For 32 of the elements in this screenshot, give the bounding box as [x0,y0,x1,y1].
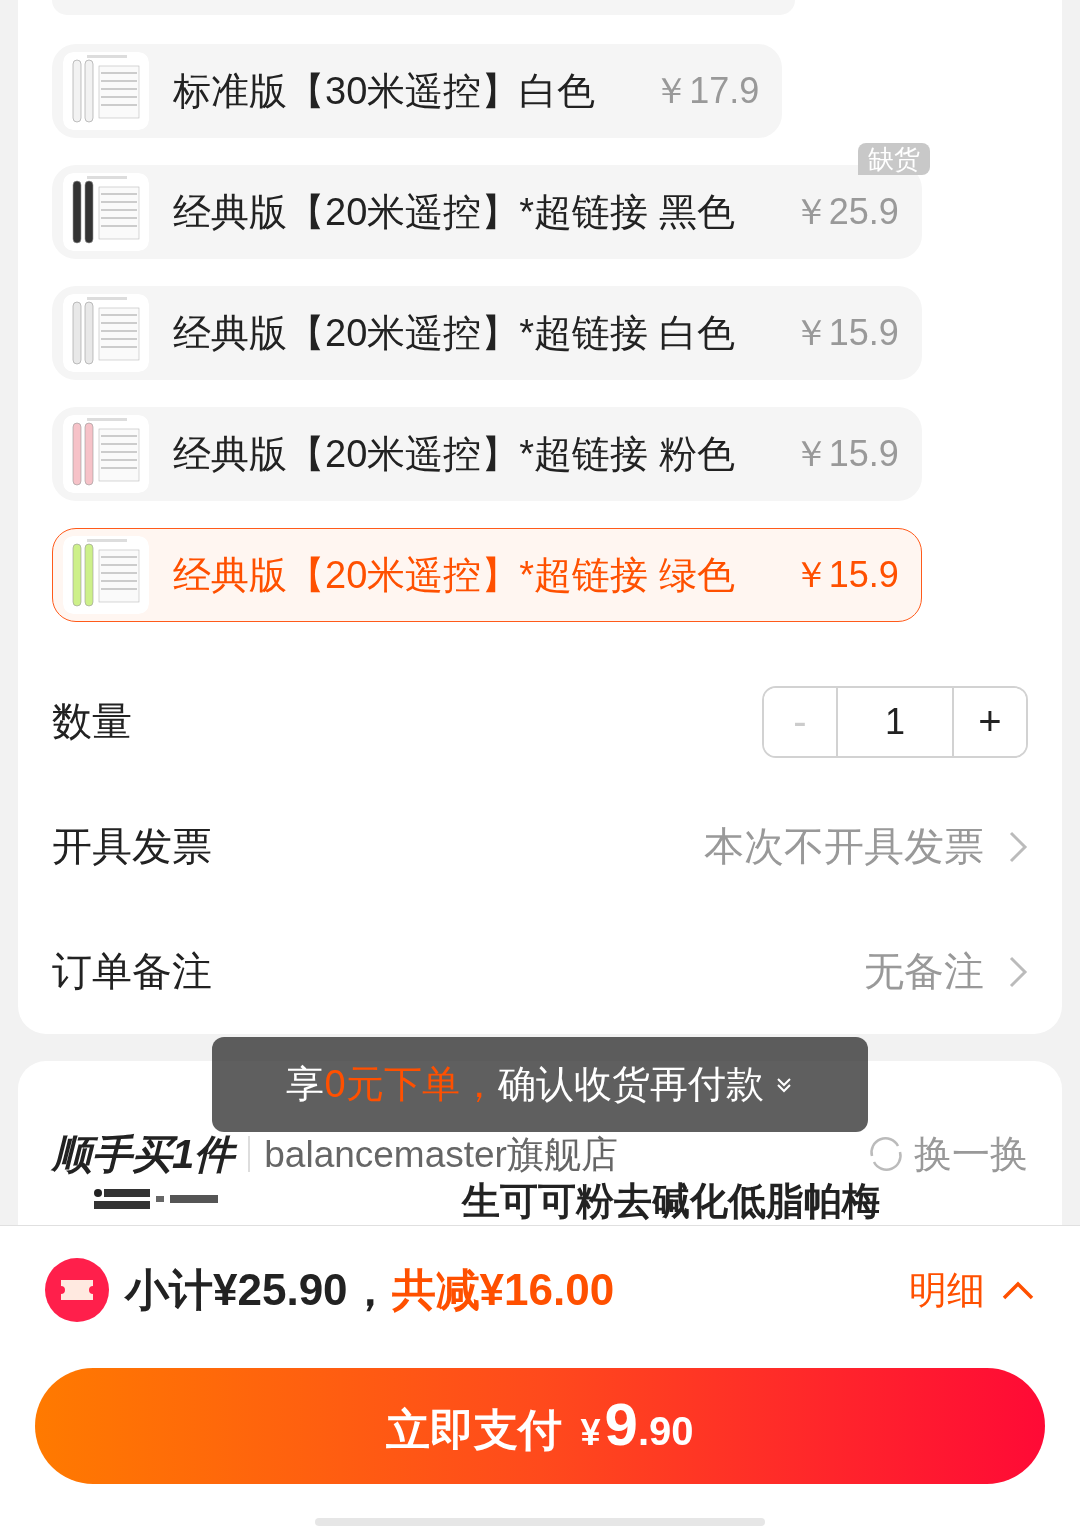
option-label: 标准版【30米遥控】白色 [173,68,596,114]
option-price: ￥25.9 [792,189,899,234]
section-title: 顺手买1件 [52,1130,235,1178]
option-label: 经典版【20米遥控】*超链接 绿色 [173,552,735,598]
option-label: 经典版【20米遥控】*超链接 白色 [173,310,735,356]
toast-highlight: 0元下单， [324,1062,498,1107]
setting-label: 开具发票 [52,823,212,870]
option-price: ￥15.9 [792,431,899,476]
option-chip[interactable]: 标准版【30米遥控】白色 ￥17.9 [52,44,783,138]
setting-value: 本次不开具发票 [704,823,984,870]
option-price: ￥15.9 [792,310,899,355]
setting-row[interactable]: 订单备注 无备注 [52,909,1028,1034]
chevron-right-icon [1008,829,1028,864]
toast-text: 享 [286,1062,325,1107]
option-label: 经典版【20米遥控】*超链接 黑色 [173,189,735,235]
product-title: 生可可粉去碱化低脂帕梅 [462,1179,880,1224]
coupon-icon [45,1258,109,1322]
setting-value: 无备注 [864,948,984,995]
option-label: 经典版【20米遥控】*超链接 粉色 [173,431,735,477]
pay-button[interactable]: 立即支付 ¥9.90 [35,1368,1045,1484]
quantity-label: 数量 [52,698,132,745]
subtotal-text: 小计¥25.90， [125,1263,392,1316]
setting-row[interactable]: 开具发票 本次不开具发票 [52,784,1028,909]
discount-text: 共减¥16.00 [391,1263,615,1316]
option-price: ￥15.9 [792,552,899,597]
option-price: ￥17.9 [653,68,760,113]
setting-label: 订单备注 [52,948,212,995]
store-name: balancemaster旗舰店 [264,1135,618,1173]
option-chip[interactable]: 经典版【20米遥控】*超链接 白色 ￥15.9 [52,286,922,380]
toast-text: 确认收货再付款 [497,1062,764,1107]
option-chip[interactable]: 经典版【20米遥控】*超链接 粉色 ￥15.9 [52,407,922,501]
chevron-right-icon [1008,954,1028,989]
